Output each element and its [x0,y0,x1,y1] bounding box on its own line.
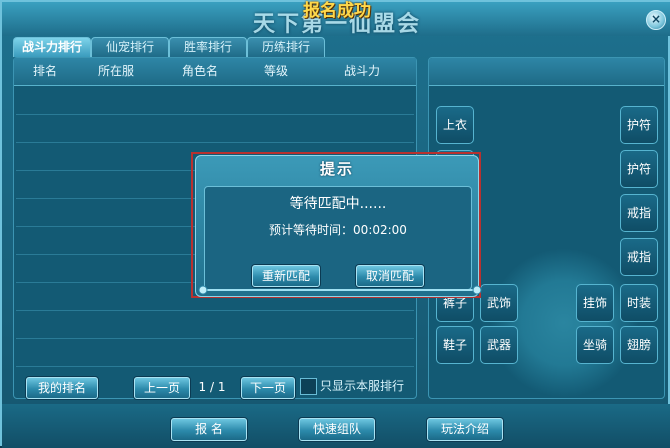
slot-mount[interactable]: 坐骑 [576,326,614,364]
slot-wings[interactable]: 翅膀 [620,326,658,364]
row-divider [16,310,414,311]
row-divider [16,366,414,367]
slot-fashion[interactable]: 时装 [620,284,658,322]
slot-ring-2[interactable]: 戒指 [620,238,658,276]
dialog-title: 提示 [319,160,354,178]
signup-button[interactable]: 报 名 [171,418,247,441]
tab-pet[interactable]: 仙宠排行 [91,37,169,57]
row-divider [16,114,414,115]
row-divider [16,142,414,143]
slot-pendant[interactable]: 挂饰 [576,284,614,322]
slot-amulet-1[interactable]: 护符 [620,106,658,144]
cancel-match-button[interactable]: 取消匹配 [356,265,424,287]
table-header: 排名 所在服 角色名 等级 战斗力 [14,58,416,86]
quick-team-button[interactable]: 快速组队 [299,418,375,441]
slot-weapon-ornament[interactable]: 武饰 [480,284,518,322]
equipment-header [429,58,664,86]
only-this-server-label: 只显示本服排行 [320,379,405,393]
tab-win-rate[interactable]: 胜率排行 [169,37,247,57]
prev-page-button[interactable]: 上一页 [134,377,190,399]
slot-top[interactable]: 上衣 [436,106,474,144]
slot-shoes[interactable]: 鞋子 [436,326,474,364]
column-level: 等级 [263,64,288,78]
yin-yang-emblem [489,248,639,398]
slot-weapon[interactable]: 武器 [480,326,518,364]
page-indicator: 1 / 1 [198,380,226,394]
eta-label: 预计等待时间： [269,223,354,237]
slot-ring-1[interactable]: 戒指 [620,194,658,232]
column-role-name: 角色名 [181,64,218,78]
column-server: 所在服 [97,64,134,78]
game-guide-button[interactable]: 玩法介绍 [427,418,503,441]
dialog-body: 等待匹配中...... 预计等待时间：00:02:00 [204,186,472,290]
eta-line: 预计等待时间：00:02:00 [205,221,471,238]
row-divider [16,338,414,339]
only-this-server-checkbox[interactable] [300,378,317,395]
my-rank-button[interactable]: 我的排名 [26,377,98,399]
column-combat-power: 战斗力 [343,64,380,78]
rematch-button[interactable]: 重新匹配 [252,265,320,287]
column-rank: 排名 [32,64,57,78]
tab-combat-power[interactable]: 战斗力排行 [13,37,91,57]
game-window: 天下第一仙盟会 报名成功 × 战斗力排行 仙宠排行 胜率排行 历练排行 排名 所… [0,0,670,448]
match-status-text: 等待匹配中...... [289,196,387,212]
next-page-button[interactable]: 下一页 [241,377,295,399]
eta-value: 00:02:00 [353,223,407,237]
match-dialog: 提示 等待匹配中...... 预计等待时间：00:02:00 [195,155,479,297]
signup-success-banner: 报名成功 [303,1,371,21]
close-icon[interactable]: × [646,10,666,30]
tab-experience[interactable]: 历练排行 [247,37,325,57]
slot-amulet-2[interactable]: 护符 [620,150,658,188]
dialog-scroll-ornament [198,285,482,295]
